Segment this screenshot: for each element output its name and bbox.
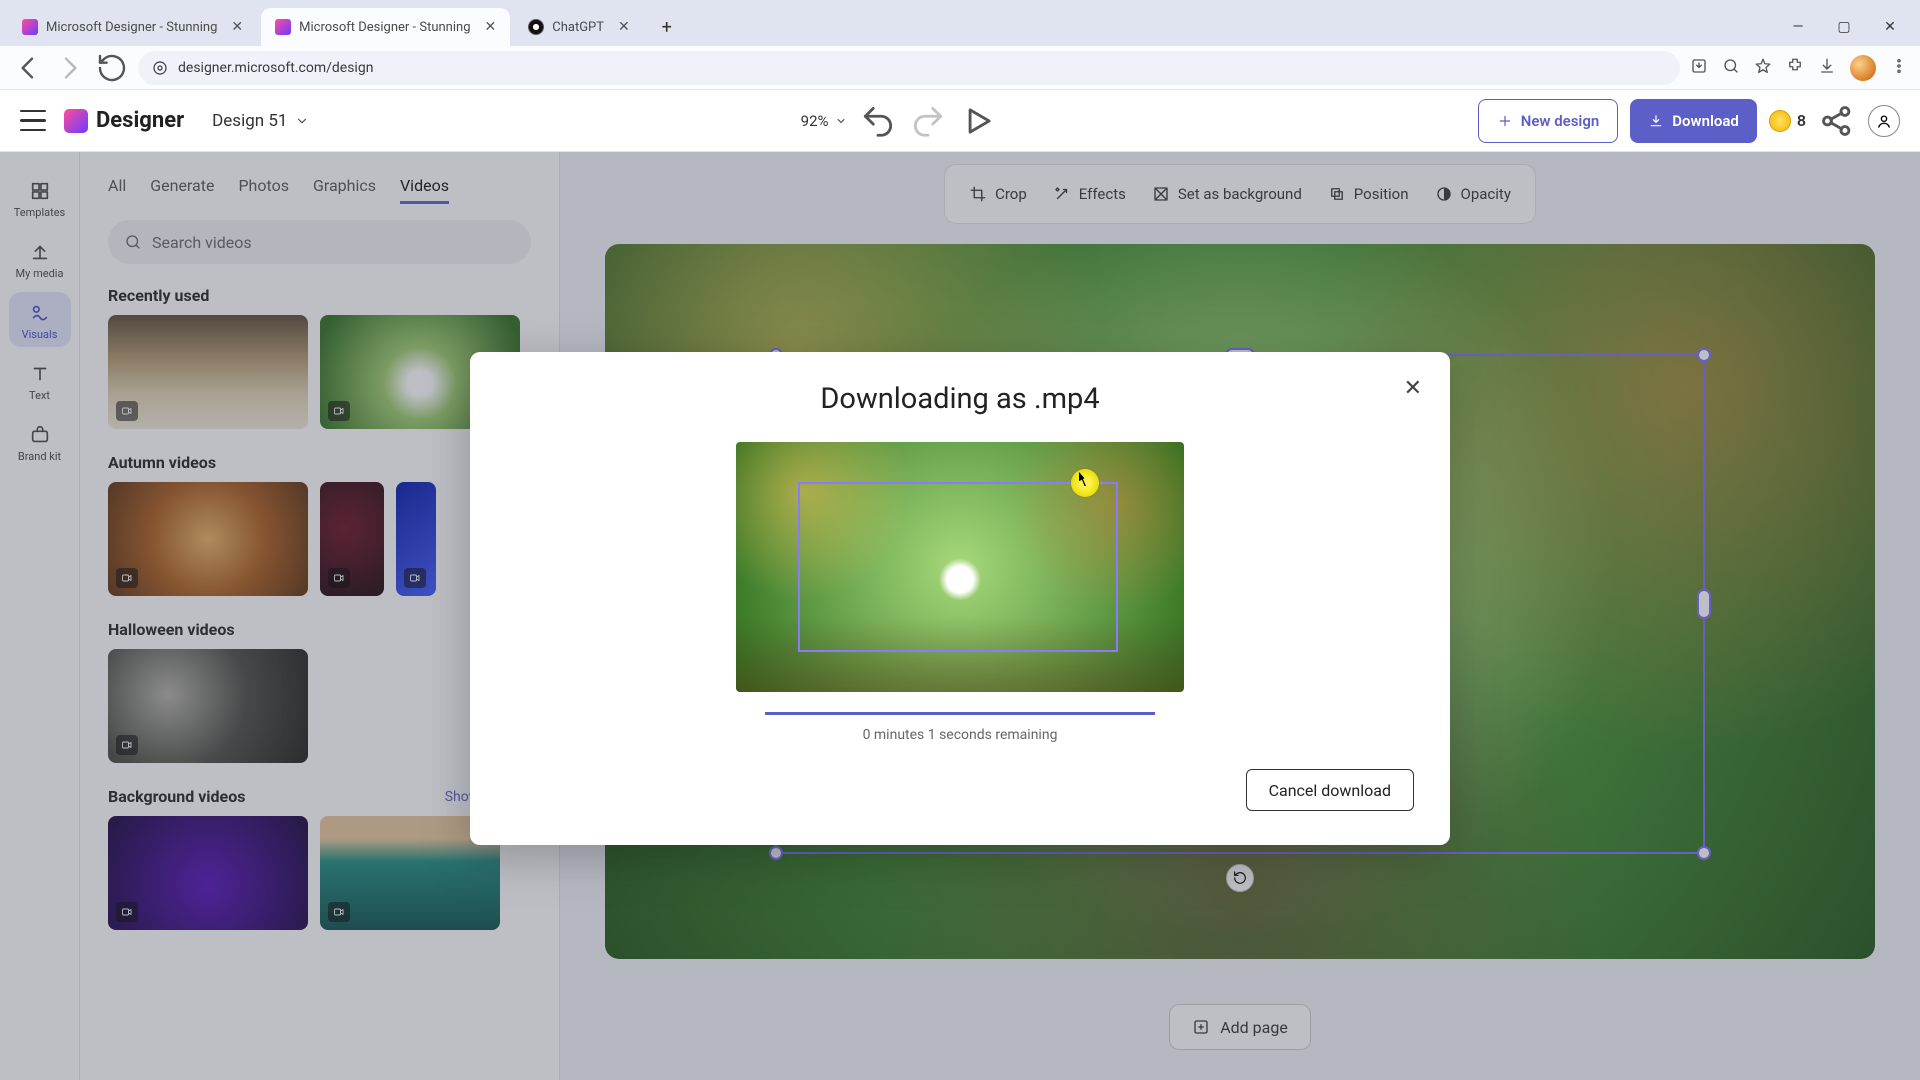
modal-overlay[interactable]: ✕ Downloading as .mp4 0 minutes 1 second… xyxy=(0,152,1920,1080)
nav-reload-button[interactable] xyxy=(96,52,128,84)
zoom-dropdown[interactable]: 92% xyxy=(801,112,847,130)
favicon-chatgpt-icon xyxy=(528,19,544,35)
close-icon[interactable]: ✕ xyxy=(618,19,630,35)
design-name-dropdown[interactable]: Design 51 xyxy=(202,105,319,137)
progress-bar xyxy=(765,712,1155,715)
download-button[interactable]: Download xyxy=(1630,99,1757,143)
downloads-icon[interactable] xyxy=(1818,57,1836,79)
time-remaining: 0 minutes 1 seconds remaining xyxy=(506,727,1414,743)
window-maximize-button[interactable]: ▢ xyxy=(1822,12,1866,42)
play-button[interactable] xyxy=(959,102,997,140)
download-modal: ✕ Downloading as .mp4 0 minutes 1 second… xyxy=(470,352,1450,845)
extensions-icon[interactable] xyxy=(1786,57,1804,79)
preview-selection-frame xyxy=(798,482,1118,652)
browser-tab-active[interactable]: Microsoft Designer - Stunning ✕ xyxy=(261,8,510,46)
modal-title: Downloading as .mp4 xyxy=(506,382,1414,416)
modal-close-button[interactable]: ✕ xyxy=(1404,376,1422,401)
coin-icon xyxy=(1769,110,1791,132)
plus-icon xyxy=(1497,113,1513,129)
hamburger-menu-button[interactable] xyxy=(20,110,46,132)
site-info-icon xyxy=(152,60,168,76)
browser-tab[interactable]: Microsoft Designer - Stunning ✕ xyxy=(8,8,257,46)
download-label: Download xyxy=(1672,112,1739,130)
download-preview xyxy=(736,442,1184,692)
window-close-button[interactable]: ✕ xyxy=(1868,12,1912,42)
zoom-icon[interactable] xyxy=(1722,57,1740,79)
account-button[interactable] xyxy=(1868,105,1900,137)
close-icon[interactable]: ✕ xyxy=(231,19,243,35)
brand-name: Designer xyxy=(96,108,184,133)
profile-avatar[interactable] xyxy=(1850,55,1876,81)
new-design-button[interactable]: New design xyxy=(1478,99,1619,143)
designer-logo-icon xyxy=(64,109,88,133)
new-tab-button[interactable]: + xyxy=(652,12,682,42)
window-minimize-button[interactable]: — xyxy=(1776,12,1820,42)
redo-button[interactable] xyxy=(909,102,947,140)
nav-forward-button[interactable] xyxy=(54,52,86,84)
app-header: Designer Design 51 92% New design Downlo… xyxy=(0,90,1920,152)
browser-tab-strip: Microsoft Designer - Stunning ✕ Microsof… xyxy=(0,0,1920,46)
tab-title: ChatGPT xyxy=(552,20,604,35)
chevron-down-icon xyxy=(295,114,309,128)
share-button[interactable] xyxy=(1818,102,1856,140)
download-icon xyxy=(1648,113,1664,129)
credits-indicator[interactable]: 8 xyxy=(1769,110,1806,132)
undo-button[interactable] xyxy=(859,102,897,140)
browser-menu-icon[interactable] xyxy=(1890,57,1908,79)
browser-address-bar: designer.microsoft.com/design xyxy=(0,46,1920,90)
nav-back-button[interactable] xyxy=(12,52,44,84)
new-design-label: New design xyxy=(1521,112,1600,130)
tab-title: Microsoft Designer - Stunning xyxy=(299,20,470,35)
url-field[interactable]: designer.microsoft.com/design xyxy=(138,51,1680,85)
favicon-designer-icon xyxy=(22,19,38,35)
cancel-download-button[interactable]: Cancel download xyxy=(1246,769,1414,811)
credits-count: 8 xyxy=(1797,111,1806,130)
design-name-label: Design 51 xyxy=(212,111,287,131)
close-icon[interactable]: ✕ xyxy=(485,19,497,35)
url-text: designer.microsoft.com/design xyxy=(178,60,373,76)
chevron-down-icon xyxy=(835,115,847,127)
bookmark-icon[interactable] xyxy=(1754,57,1772,79)
zoom-label: 92% xyxy=(801,112,829,130)
favicon-designer-icon xyxy=(275,19,291,35)
browser-tab[interactable]: ChatGPT ✕ xyxy=(514,8,644,46)
tab-title: Microsoft Designer - Stunning xyxy=(46,20,217,35)
install-app-icon[interactable] xyxy=(1690,57,1708,79)
